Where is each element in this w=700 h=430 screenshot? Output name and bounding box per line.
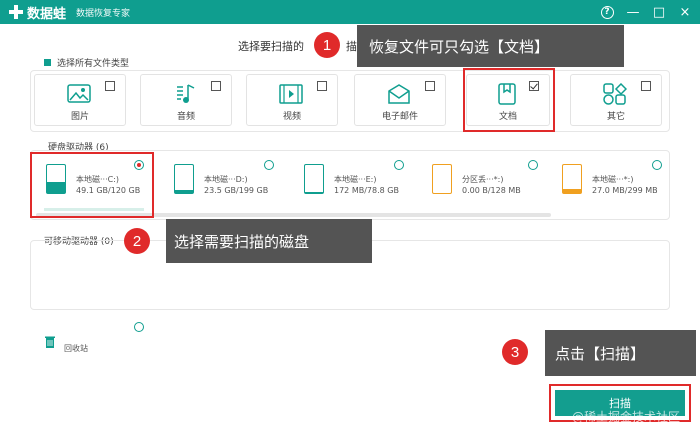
- title-bar: 数据蛙 数据恢复专家 ? — □ ×: [0, 0, 700, 24]
- disk-name: 本地磁···D:): [204, 175, 248, 184]
- type-checkbox[interactable]: [105, 81, 115, 91]
- type-label: 视频: [282, 112, 301, 122]
- disk-size: 172 MB/78.8 GB: [334, 186, 399, 195]
- other-icon: [603, 83, 627, 105]
- music-icon: [177, 84, 195, 103]
- type-checkbox[interactable]: [317, 81, 327, 91]
- type-label: 音频: [176, 112, 195, 122]
- disk-size: 27.0 MB/299 MB: [592, 186, 658, 195]
- callout-text: 点击【扫描】: [555, 344, 646, 363]
- disk-name: 本地磁···*:): [592, 175, 634, 184]
- help-icon: ?: [600, 5, 614, 19]
- close-button[interactable]: ×: [674, 2, 696, 22]
- disk-item[interactable]: 本地磁···D:) 23.5 GB/199 GB: [166, 160, 276, 212]
- drive-icon: [432, 164, 452, 194]
- step-badge-3: 3: [502, 339, 528, 365]
- type-card-video[interactable]: 视频: [246, 74, 338, 126]
- recycle-label: 回收站: [64, 344, 88, 353]
- step-badge-2: 2: [124, 228, 150, 254]
- drive-icon: [562, 164, 582, 194]
- disk-name: 分区丢···*:): [462, 175, 504, 184]
- type-checkbox[interactable]: [211, 81, 221, 91]
- select-all-types[interactable]: 选择所有文件类型: [44, 56, 129, 69]
- disk-item[interactable]: 本地磁···*:) 27.0 MB/299 MB: [554, 160, 664, 212]
- type-card-other[interactable]: 其它: [570, 74, 662, 126]
- disk-radio[interactable]: [264, 160, 274, 170]
- video-icon: [279, 84, 303, 104]
- disk-item[interactable]: 本地磁···E:) 172 MB/78.8 GB: [296, 160, 406, 212]
- type-label: 图片: [70, 112, 89, 122]
- disk-item[interactable]: 分区丢···*:) 0.00 B/128 MB: [424, 160, 538, 212]
- app-name: 数据蛙: [27, 6, 67, 22]
- disk-size: 0.00 B/128 MB: [462, 186, 521, 195]
- restore-button[interactable]: □: [648, 2, 670, 22]
- callout-1: 恢复文件可只勾选【文档】: [357, 25, 624, 67]
- callout-2: 选择需要扫描的磁盘: [166, 219, 372, 263]
- page-prompt-tail: 描: [346, 40, 357, 53]
- mail-icon: [388, 84, 410, 104]
- close-icon: ×: [679, 4, 691, 20]
- logo-icon: [8, 4, 24, 20]
- trash-icon: [45, 336, 55, 348]
- drive-icon: [174, 164, 194, 194]
- callout-text: 选择需要扫描的磁盘: [174, 232, 310, 251]
- select-all-checkbox[interactable]: [44, 59, 51, 66]
- callout-text: 恢复文件可只勾选【文档】: [369, 37, 550, 56]
- disk-radio[interactable]: [652, 160, 662, 170]
- restore-icon: □: [652, 4, 666, 20]
- type-checkbox[interactable]: [425, 81, 435, 91]
- type-label: 电子邮件: [381, 112, 418, 122]
- highlight-disk-c: [30, 152, 154, 218]
- help-button[interactable]: ?: [596, 2, 618, 22]
- highlight-document: [463, 68, 555, 132]
- type-card-image[interactable]: 图片: [34, 74, 126, 126]
- minimize-icon: —: [626, 4, 640, 20]
- recycle-radio[interactable]: [134, 322, 144, 332]
- callout-3: 点击【扫描】: [545, 330, 696, 376]
- disk-name: 本地磁···E:): [334, 175, 377, 184]
- type-card-email[interactable]: 电子邮件: [354, 74, 446, 126]
- minimize-button[interactable]: —: [622, 2, 644, 22]
- type-checkbox[interactable]: [641, 81, 651, 91]
- type-label: 其它: [606, 112, 625, 122]
- step-badge-1: 1: [314, 32, 340, 58]
- page-prompt: 选择要扫描的: [238, 40, 304, 53]
- disk-radio[interactable]: [528, 160, 538, 170]
- image-icon: [67, 84, 91, 103]
- disk-size: 23.5 GB/199 GB: [204, 186, 269, 195]
- select-all-label: 选择所有文件类型: [57, 59, 130, 69]
- app-subtitle: 数据恢复专家: [76, 8, 131, 19]
- drive-icon: [304, 164, 324, 194]
- watermark: @稀土掘金技术社区: [572, 410, 681, 424]
- type-card-audio[interactable]: 音频: [140, 74, 232, 126]
- disk-radio[interactable]: [394, 160, 404, 170]
